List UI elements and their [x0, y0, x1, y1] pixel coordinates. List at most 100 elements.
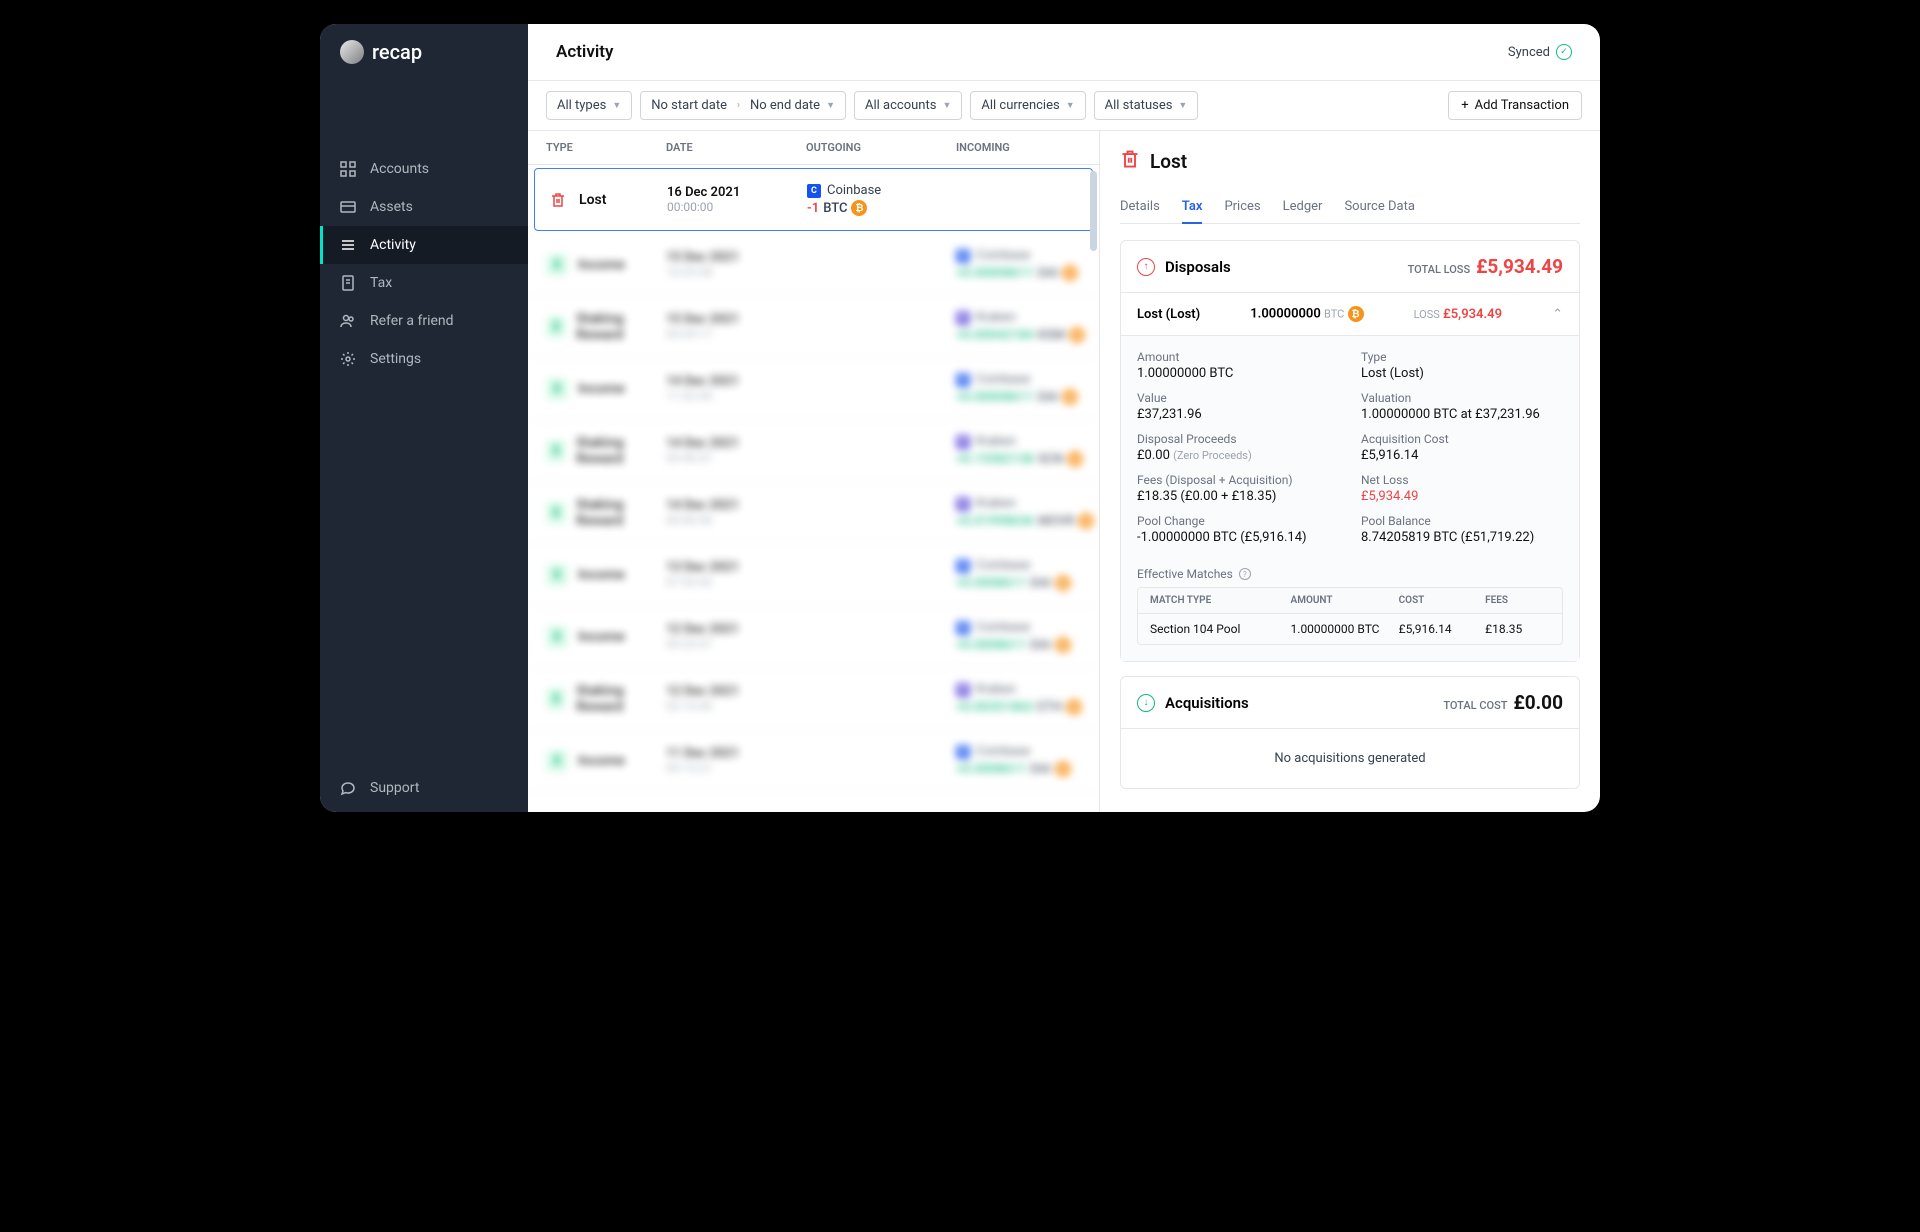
col-date: DATE — [666, 141, 806, 154]
disposal-line-name: Lost (Lost) — [1137, 307, 1200, 322]
trash-icon — [547, 189, 569, 211]
chevron-down-icon: ▼ — [826, 100, 835, 111]
btc-icon: ₿ — [1348, 306, 1364, 322]
card-icon — [340, 199, 356, 215]
table-row-selected[interactable]: Lost 16 Dec 2021 00:00:00 CCoinbase -1 B… — [534, 168, 1093, 231]
sync-label: Synced — [1508, 45, 1550, 60]
btc-icon: ₿ — [851, 200, 867, 216]
match-row: Section 104 Pool1.00000000 BTC£5,916.14£… — [1138, 614, 1562, 644]
detail-panel: Lost Details Tax Prices Ledger Source Da… — [1100, 131, 1600, 812]
table-row[interactable]: ⬇Income 14 Dec 202111:52:45 CCoinbase+0.… — [528, 358, 1099, 420]
filter-accounts[interactable]: All accounts▼ — [854, 91, 962, 120]
gear-icon — [340, 351, 356, 367]
chevron-down-icon: ▼ — [1066, 100, 1075, 111]
exchange-name: Coinbase — [827, 183, 881, 198]
filter-currencies[interactable]: All currencies▼ — [970, 91, 1085, 120]
nav-assets[interactable]: Assets — [320, 188, 528, 226]
table-row[interactable]: ⬇Staking Reward 14 Dec 202109:40:37 KKra… — [528, 420, 1099, 482]
disposals-title: Disposals — [1165, 258, 1231, 276]
filter-bar: All types▼ No start date › No end date ▼… — [528, 81, 1600, 131]
table-row[interactable]: ⬇Income 13 Dec 202107:53:42 CCoinbase+0.… — [528, 544, 1099, 606]
main-nav: Accounts Assets Activity Tax Refer a fri… — [320, 80, 528, 764]
coinbase-icon: C — [807, 184, 821, 198]
table-row[interactable]: ⬇Income 11 Dec 202109:13:21 CCoinbase+0.… — [528, 730, 1099, 792]
detail-title: Lost — [1150, 150, 1187, 173]
page-header: Activity Synced ✓ — [528, 24, 1600, 81]
filter-types[interactable]: All types▼ — [546, 91, 632, 120]
tab-source-data[interactable]: Source Data — [1344, 191, 1414, 223]
app-window: recap Accounts Assets Activity Tax Refer… — [320, 24, 1600, 812]
time-value: 00:00:00 — [667, 200, 807, 214]
nav-label: Assets — [370, 199, 413, 215]
transactions-table: TYPE DATE OUTGOING INCOMING Lost 16 Dec … — [528, 131, 1100, 812]
disposal-fields: Amount1.00000000 BTC TypeLost (Lost) Val… — [1121, 336, 1579, 559]
chevron-down-icon: ▼ — [942, 100, 951, 111]
plus-icon: + — [1461, 98, 1468, 113]
nav-support[interactable]: Support — [320, 764, 528, 812]
arrow-up-circle-icon: ↑ — [1137, 258, 1155, 276]
nav-activity[interactable]: Activity — [320, 226, 528, 264]
logo-text: recap — [372, 40, 422, 64]
list-icon — [340, 237, 356, 253]
coin-symbol: BTC — [823, 201, 847, 216]
nav-refer[interactable]: Refer a friend — [320, 302, 528, 340]
chevron-down-icon: ▼ — [612, 100, 621, 111]
tab-ledger[interactable]: Ledger — [1283, 191, 1323, 223]
arrow-down-circle-icon: ↓ — [1137, 694, 1155, 712]
table-row[interactable]: ⬇Staking Reward 15 Dec 202104:39:17 KKra… — [528, 296, 1099, 358]
col-outgoing: OUTGOING — [806, 141, 956, 154]
content-split: TYPE DATE OUTGOING INCOMING Lost 16 Dec … — [528, 131, 1600, 812]
sync-status: Synced ✓ — [1508, 44, 1572, 60]
nav-label: Accounts — [370, 161, 429, 177]
sidebar: recap Accounts Assets Activity Tax Refer… — [320, 24, 528, 812]
total-loss-label: TOTAL LOSS — [1408, 263, 1471, 276]
filter-date-range[interactable]: No start date › No end date ▼ — [640, 91, 846, 120]
help-icon[interactable]: ? — [1239, 568, 1251, 580]
acquisitions-title: Acquisitions — [1165, 694, 1249, 712]
page-title: Activity — [556, 42, 613, 62]
document-icon — [340, 275, 356, 291]
check-circle-icon: ✓ — [1556, 44, 1572, 60]
detail-tabs: Details Tax Prices Ledger Source Data — [1120, 191, 1580, 224]
chevron-right-icon: › — [737, 100, 740, 111]
nav-label: Activity — [370, 237, 416, 253]
acquisitions-panel: ↓ Acquisitions TOTAL COST £0.00 No acquisi… — [1120, 676, 1580, 789]
nav-label: Settings — [370, 351, 421, 367]
table-body[interactable]: Lost 16 Dec 2021 00:00:00 CCoinbase -1 B… — [528, 165, 1099, 812]
col-incoming: INCOMING — [956, 141, 1081, 154]
add-transaction-button[interactable]: +Add Transaction — [1448, 91, 1582, 120]
nav-label: Tax — [370, 275, 392, 291]
table-row[interactable]: ⬇Income 12 Dec 202109:25:57 CCoinbase+0.… — [528, 606, 1099, 668]
type-label: Lost — [579, 192, 606, 208]
trash-icon — [1120, 149, 1140, 173]
total-cost-label: TOTAL COST — [1443, 699, 1507, 712]
tab-details[interactable]: Details — [1120, 191, 1160, 223]
grid-icon — [340, 161, 356, 177]
no-acquisitions-message: No acquisitions generated — [1121, 729, 1579, 788]
matches-table: MATCH TYPEAMOUNTCOSTFEES Section 104 Poo… — [1137, 587, 1563, 645]
nav-settings[interactable]: Settings — [320, 340, 528, 378]
total-cost-value: £0.00 — [1513, 691, 1563, 714]
table-row[interactable]: ⬇Staking Reward 14 Dec 202100:06:56 KKra… — [528, 482, 1099, 544]
disposals-panel: ↑ Disposals TOTAL LOSS £5,934.49 Lost (Los… — [1120, 240, 1580, 662]
col-type: TYPE — [546, 141, 666, 154]
logo: recap — [320, 24, 528, 80]
date-value: 16 Dec 2021 — [667, 185, 807, 200]
total-loss-value: £5,934.49 — [1476, 255, 1563, 278]
table-row[interactable]: ⬇Staking Reward 12 Dec 202102:15:46 KKra… — [528, 668, 1099, 730]
nav-accounts[interactable]: Accounts — [320, 150, 528, 188]
chevron-down-icon: ▼ — [1178, 100, 1187, 111]
logo-icon — [340, 40, 364, 64]
main-area: Activity Synced ✓ All types▼ No start da… — [528, 24, 1600, 812]
table-header-row: TYPE DATE OUTGOING INCOMING — [528, 131, 1099, 165]
chat-icon — [340, 780, 356, 796]
table-row[interactable]: ⬇Income 15 Dec 202110:29:38 CCoinbase+0.… — [528, 234, 1099, 296]
chevron-up-icon[interactable]: ⌃ — [1552, 307, 1563, 322]
tab-tax[interactable]: Tax — [1182, 191, 1203, 224]
tab-prices[interactable]: Prices — [1224, 191, 1260, 223]
effective-matches-header: Effective Matches? — [1121, 559, 1579, 587]
nav-label: Refer a friend — [370, 313, 454, 329]
users-icon — [340, 313, 356, 329]
filter-statuses[interactable]: All statuses▼ — [1094, 91, 1199, 120]
nav-tax[interactable]: Tax — [320, 264, 528, 302]
